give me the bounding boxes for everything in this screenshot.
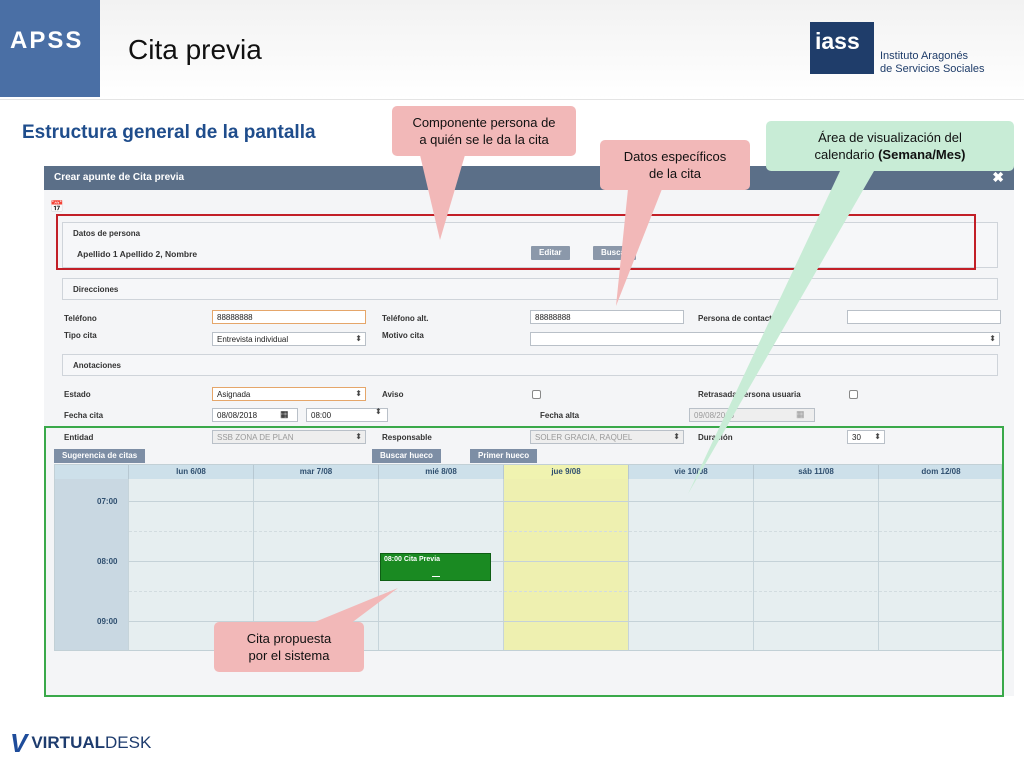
motivo-cita-label: Motivo cita [382,331,424,340]
motivo-cita-select[interactable] [530,332,1000,346]
callout-datos: Datos específicos de la cita [600,140,750,190]
iass-logo-line2: de Servicios Sociales [880,63,985,75]
anotaciones-title: Anotaciones [73,361,122,370]
iass-logo: iass Instituto Aragonés de Servicios Soc… [808,20,1002,78]
aviso-checkbox[interactable] [532,390,541,399]
calendar-icon[interactable]: 📅 [50,200,64,213]
fecha-alta-label: Fecha alta [540,411,580,420]
virtualdesk-logo-mark: V [10,727,28,758]
estado-label: Estado [64,390,91,399]
tipo-cita-label: Tipo cita [64,331,97,340]
iass-logo-mark: iass [810,22,874,74]
tipo-cita-select[interactable]: Entrevista individual [212,332,366,346]
page-title: Cita previa [128,34,262,65]
persona-contacto-field[interactable] [847,310,1001,324]
callout-datos-line2: de la cita [648,166,702,181]
callout-persona-line1: Componente persona de [412,115,556,130]
persona-contacto-label: Persona de contacto [698,314,777,323]
close-icon[interactable]: ✖ [992,169,1004,186]
callout-persona: Componente persona de a quién se le da l… [392,106,576,156]
virtualdesk-logo: V VIRTUAL DESK [10,728,151,758]
callout-datos-line1: Datos específicos [623,149,727,164]
callout-area-line2-bold: (Semana/Mes) [878,147,966,162]
callout-persona-line2: a quién se le da la cita [419,132,549,147]
calendar-highlight-box [44,426,1004,697]
callout-area-line1: Área de visualización del [818,130,962,145]
virtualdesk-logo-bold: VIRTUAL [31,733,106,752]
retrasada-label: Retrasada persona usuaria [698,390,801,399]
virtualdesk-logo-light: DESK [105,733,152,752]
section-heading: Estructura general de la pantalla [22,122,316,143]
calendar-picker-icon[interactable]: ▦ [280,409,289,420]
retrasada-checkbox[interactable] [849,390,858,399]
aviso-label: Aviso [382,390,404,399]
direcciones-title: Direcciones [73,285,119,294]
persona-highlight-box [56,214,976,270]
slide: APSS Cita previa iass Instituto Aragonés… [0,0,1024,768]
telefono-alt-label: Teléfono alt. [382,314,429,323]
direcciones-panel[interactable]: Direcciones [62,278,998,300]
apss-badge: APSS [0,0,100,97]
callout-propuesta: Cita propuesta por el sistema [214,622,364,672]
callout-area-line2: calendario (Semana/Mes) [766,146,1014,163]
telefono-label: Teléfono [64,314,97,323]
callout-propuesta-line1: Cita propuesta [246,631,332,646]
calendar-picker-disabled-icon: ▦ [796,409,805,419]
time-stepper-icon[interactable]: ⬍ [375,407,382,416]
app-title: Crear apunte de Cita previa [54,172,185,183]
callout-area-calendario: Área de visualización del calendario (Se… [766,121,1014,171]
iass-logo-line1: Instituto Aragonés [880,50,969,62]
anotaciones-panel[interactable]: Anotaciones [62,354,998,376]
telefono-field[interactable]: 88888888 [212,310,366,324]
telefono-alt-field[interactable]: 88888888 [530,310,684,324]
callout-propuesta-line2: por el sistema [248,648,330,663]
callout-area-line2-prefix: calendario [814,147,879,162]
fecha-cita-label: Fecha cita [64,411,104,420]
estado-select[interactable]: Asignada [212,387,366,401]
